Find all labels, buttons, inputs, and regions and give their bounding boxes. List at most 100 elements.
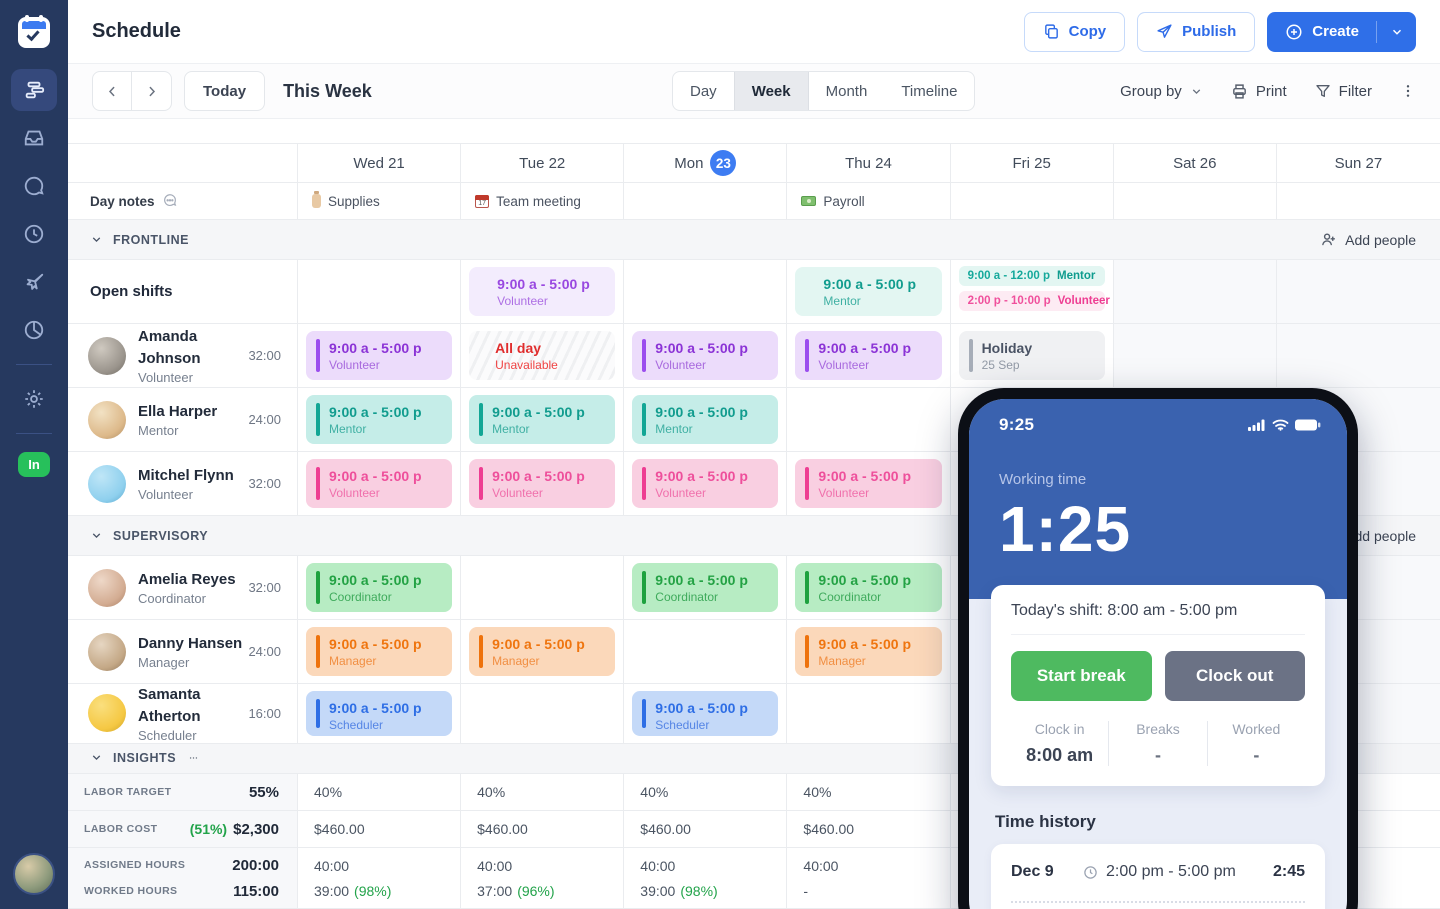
shift-cell[interactable]: 9:00 a - 5:00 pCoordinator	[298, 556, 461, 620]
shift-card[interactable]: 9:00 a - 5:00 pMentor	[632, 395, 778, 444]
shift-cell[interactable]	[1114, 324, 1277, 388]
shift-card[interactable]: 9:00 a - 5:00 pManager	[469, 627, 615, 676]
sidebar-item-timeclock[interactable]	[11, 213, 57, 255]
sidebar-item-settings[interactable]	[11, 378, 57, 420]
unavailable-card[interactable]: All dayUnavailable	[469, 331, 615, 380]
shift-card[interactable]: 9:00 a - 5:00 pVolunteer	[469, 459, 615, 508]
print-button[interactable]: Print	[1231, 83, 1287, 100]
shift-card[interactable]: 9:00 a - 5:00 pVolunteer	[795, 331, 941, 380]
open-shift-cell-sun[interactable]	[1277, 260, 1440, 324]
employee-cell[interactable]: Samanta AthertonScheduler 16:00	[68, 684, 298, 744]
shift-card[interactable]: 9:00 a - 5:00 pManager	[306, 627, 452, 676]
day-note-mon[interactable]	[624, 183, 787, 220]
tab-month[interactable]: Month	[809, 72, 885, 110]
shift-cell[interactable]: 9:00 a - 5:00 pMentor	[461, 388, 624, 452]
next-week-button[interactable]	[132, 72, 171, 110]
app-logo-calendar-icon[interactable]	[16, 14, 52, 50]
shift-card[interactable]: 9:00 a - 5:00 pCoordinator	[306, 563, 452, 612]
shift-cell[interactable]: 9:00 a - 5:00 pVolunteer	[461, 452, 624, 516]
open-shift-card[interactable]: 2:00 p - 10:00 pVolunteer	[959, 291, 1105, 311]
open-shift-cell-wed[interactable]	[298, 260, 461, 324]
shift-cell[interactable]: 9:00 a - 5:00 pMentor	[624, 388, 787, 452]
shift-card[interactable]: 9:00 a - 5:00 pScheduler	[306, 691, 452, 736]
shift-card[interactable]: 9:00 a - 5:00 pVolunteer	[795, 459, 941, 508]
day-note-sun[interactable]	[1277, 183, 1440, 220]
shift-card[interactable]: 9:00 a - 5:00 pMentor	[306, 395, 452, 444]
clocked-in-badge[interactable]: In	[18, 452, 50, 477]
shift-card[interactable]: 9:00 a - 5:00 pVolunteer	[632, 459, 778, 508]
open-shift-cell-mon[interactable]	[624, 260, 787, 324]
open-shift-card[interactable]: 9:00 a - 5:00 pVolunteer	[469, 267, 615, 316]
ellipsis-icon[interactable]	[186, 753, 201, 763]
day-note-wed[interactable]: Supplies	[298, 183, 461, 220]
time-history-entry[interactable]: Dec 9 2:00 pm - 5:00 pm 2:45	[1011, 863, 1305, 881]
open-shift-cell-fri[interactable]: 9:00 a - 12:00 pMentor 2:00 p - 10:00 pV…	[951, 260, 1114, 324]
supervisory-collapse-toggle[interactable]: SUPERVISORY	[90, 529, 208, 543]
shift-cell[interactable]: 9:00 a - 5:00 pCoordinator	[787, 556, 950, 620]
add-people-button[interactable]: Add people	[1320, 231, 1416, 248]
shift-cell[interactable]: All dayUnavailable	[461, 324, 624, 388]
shift-cell[interactable]: 9:00 a - 5:00 pVolunteer	[298, 324, 461, 388]
clock-out-button[interactable]: Clock out	[1165, 651, 1306, 701]
open-shift-cell-sat[interactable]	[1114, 260, 1277, 324]
sidebar-item-inbox[interactable]	[11, 117, 57, 159]
shift-card[interactable]: 9:00 a - 5:00 pVolunteer	[632, 331, 778, 380]
shift-cell[interactable]: 9:00 a - 5:00 pMentor	[298, 388, 461, 452]
today-button[interactable]: Today	[184, 71, 265, 111]
publish-button[interactable]: Publish	[1137, 12, 1255, 52]
user-avatar[interactable]	[13, 853, 55, 895]
shift-cell[interactable]	[787, 388, 950, 452]
start-break-button[interactable]: Start break	[1011, 651, 1152, 701]
shift-cell[interactable]: 9:00 a - 5:00 pVolunteer	[624, 324, 787, 388]
shift-cell[interactable]	[624, 620, 787, 684]
employee-cell[interactable]: Mitchel FlynnVolunteer 32:00	[68, 452, 298, 516]
open-shift-card[interactable]: 9:00 a - 5:00 pMentor	[795, 267, 941, 316]
employee-cell[interactable]: Danny HansenManager 24:00	[68, 620, 298, 684]
open-shift-cell-thu[interactable]: 9:00 a - 5:00 pMentor	[787, 260, 950, 324]
create-button[interactable]: Create	[1267, 12, 1416, 52]
shift-cell[interactable]	[1277, 324, 1440, 388]
holiday-card[interactable]: Holiday25 Sep	[959, 331, 1105, 380]
shift-cell[interactable]: 9:00 a - 5:00 pManager	[298, 620, 461, 684]
shift-cell[interactable]: 9:00 a - 5:00 pManager	[461, 620, 624, 684]
day-note-tue[interactable]: Team meeting	[461, 183, 624, 220]
shift-cell[interactable]: 9:00 a - 5:00 pCoordinator	[624, 556, 787, 620]
day-note-sat[interactable]	[1114, 183, 1277, 220]
day-note-fri[interactable]	[951, 183, 1114, 220]
shift-cell[interactable]: 9:00 a - 5:00 pVolunteer	[787, 452, 950, 516]
open-shift-card[interactable]: 9:00 a - 12:00 pMentor	[959, 266, 1105, 286]
tab-day[interactable]: Day	[673, 72, 734, 110]
sidebar-item-schedule[interactable]	[11, 69, 57, 111]
shift-cell[interactable]	[461, 684, 624, 744]
shift-card[interactable]: 9:00 a - 5:00 pMentor	[469, 395, 615, 444]
frontline-collapse-toggle[interactable]: FRONTLINE	[90, 233, 189, 247]
shift-card[interactable]: 9:00 a - 5:00 pScheduler	[632, 691, 778, 736]
shift-cell[interactable]	[787, 684, 950, 744]
sidebar-item-reports[interactable]	[11, 309, 57, 351]
shift-card[interactable]: 9:00 a - 5:00 pCoordinator	[632, 563, 778, 612]
shift-cell[interactable]: 9:00 a - 5:00 pVolunteer	[787, 324, 950, 388]
shift-cell[interactable]	[461, 556, 624, 620]
shift-cell[interactable]: 9:00 a - 5:00 pVolunteer	[624, 452, 787, 516]
tab-week[interactable]: Week	[734, 72, 809, 110]
tab-timeline[interactable]: Timeline	[884, 72, 974, 110]
shift-cell[interactable]: 9:00 a - 5:00 pManager	[787, 620, 950, 684]
day-note-thu[interactable]: Payroll	[787, 183, 950, 220]
employee-cell[interactable]: Ella HarperMentor 24:00	[68, 388, 298, 452]
employee-cell[interactable]: Amanda JohnsonVolunteer 32:00	[68, 324, 298, 388]
filter-button[interactable]: Filter	[1315, 83, 1372, 100]
prev-week-button[interactable]	[93, 72, 132, 110]
sidebar-item-chat[interactable]	[11, 165, 57, 207]
copy-button[interactable]: Copy	[1024, 12, 1126, 52]
insights-collapse-toggle[interactable]: INSIGHTS	[90, 751, 201, 765]
shift-card[interactable]: 9:00 a - 5:00 pVolunteer	[306, 459, 452, 508]
shift-card[interactable]: 9:00 a - 5:00 pVolunteer	[306, 331, 452, 380]
shift-cell[interactable]: 9:00 a - 5:00 pVolunteer	[298, 452, 461, 516]
shift-cell[interactable]: 9:00 a - 5:00 pScheduler	[298, 684, 461, 744]
sidebar-item-timeoff[interactable]	[11, 261, 57, 303]
kebab-menu-icon[interactable]	[1400, 82, 1416, 100]
shift-card[interactable]: 9:00 a - 5:00 pManager	[795, 627, 941, 676]
group-by-dropdown[interactable]: Group by	[1120, 83, 1203, 100]
shift-card[interactable]: 9:00 a - 5:00 pCoordinator	[795, 563, 941, 612]
open-shift-cell-tue[interactable]: 9:00 a - 5:00 pVolunteer	[461, 260, 624, 324]
